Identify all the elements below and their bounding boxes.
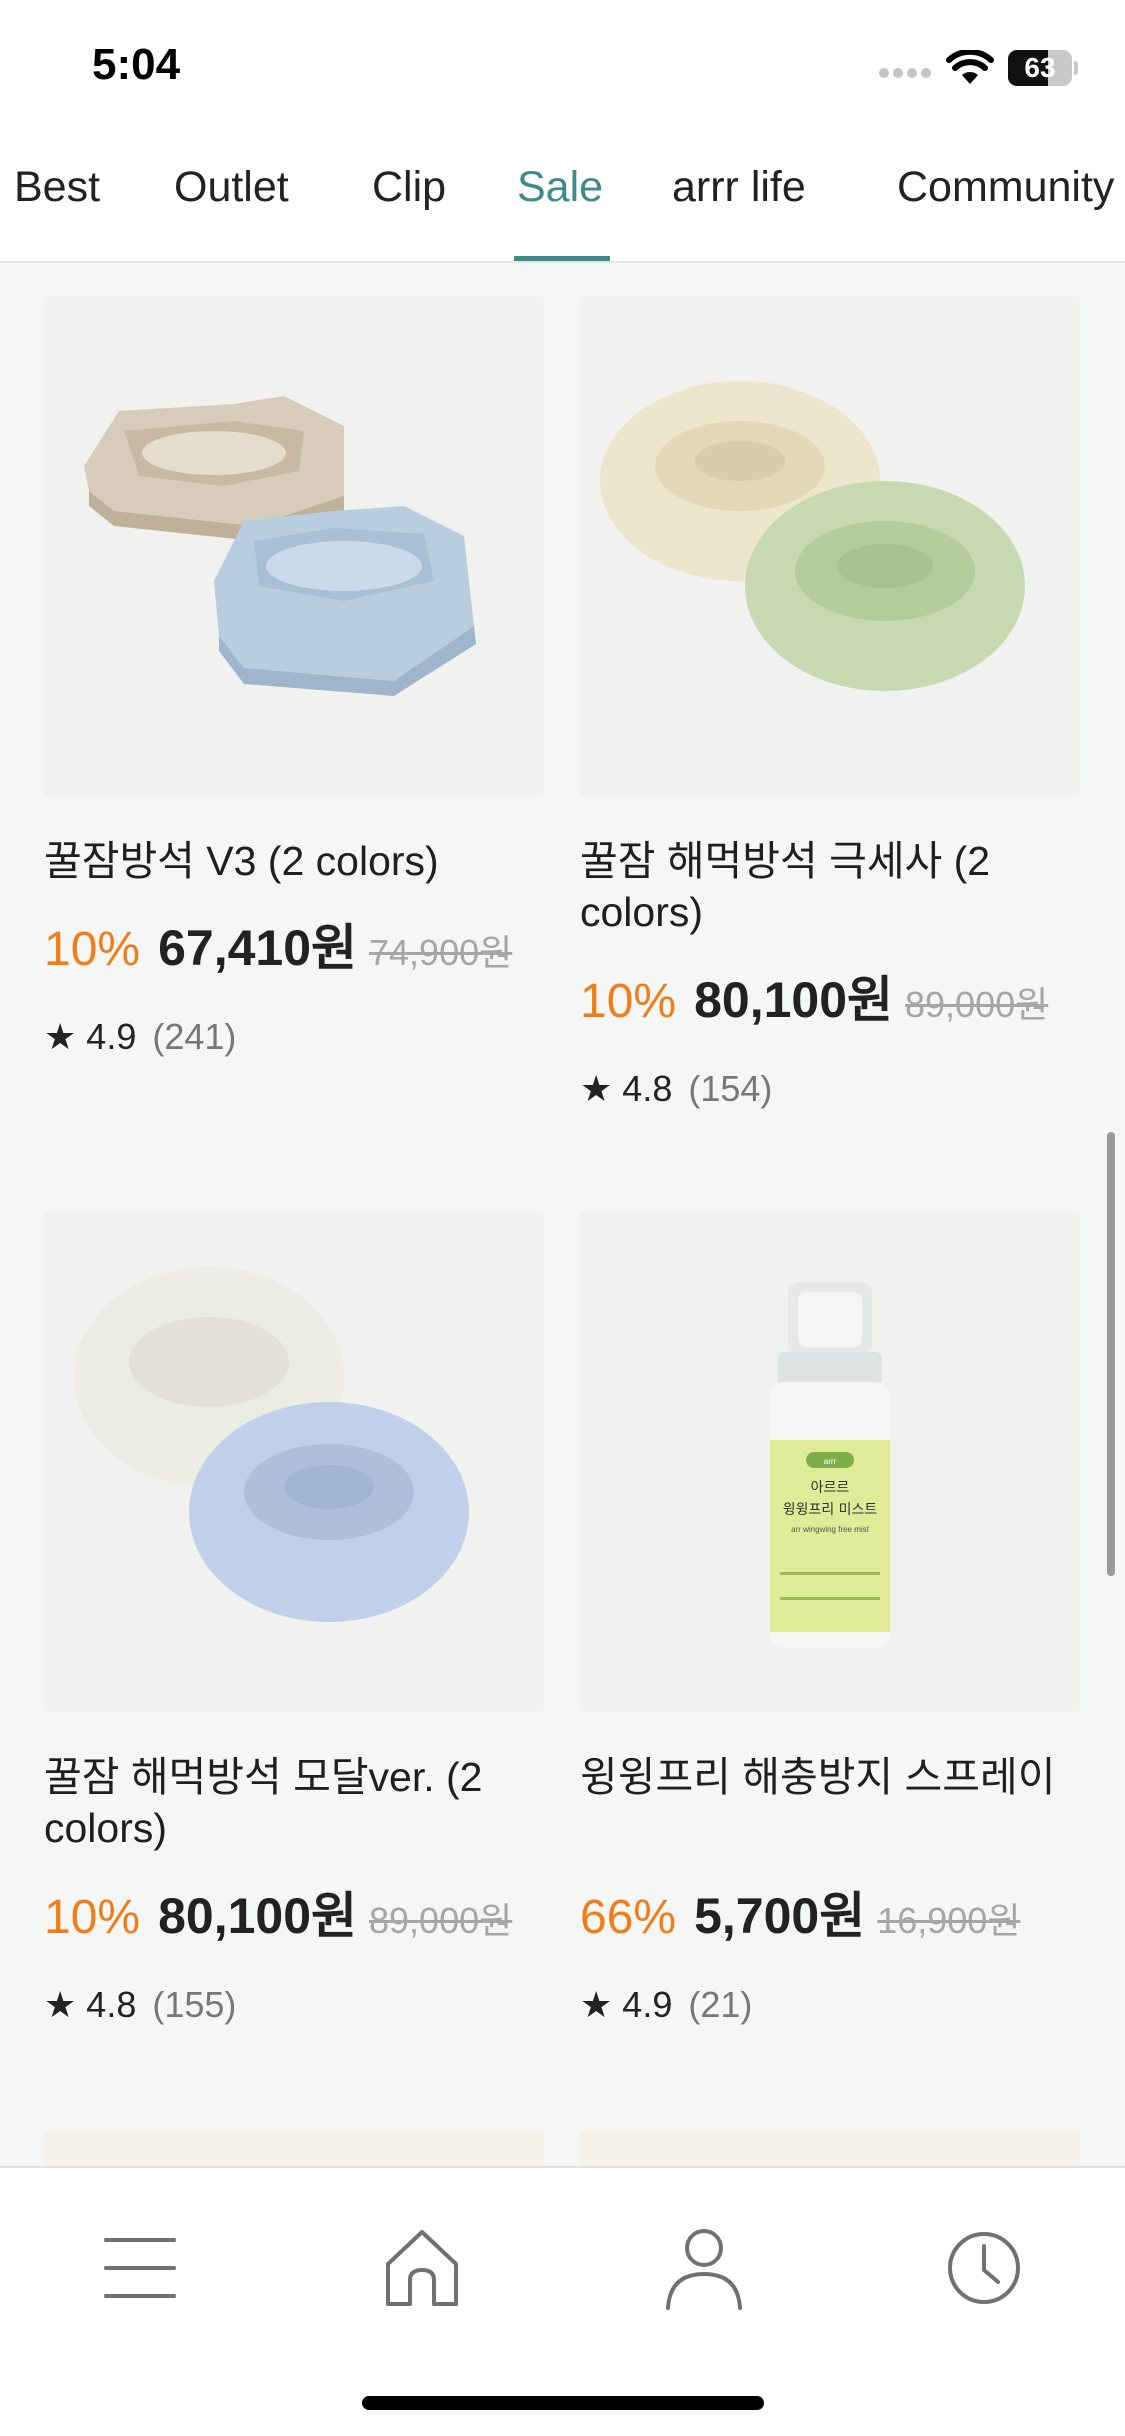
svg-text:arrr: arrr <box>824 1457 837 1466</box>
rating-value: 4.8 <box>86 1984 137 2025</box>
sale-price: 80,100원 <box>694 972 894 1028</box>
product-name[interactable]: 꿀잠방석 V3 (2 colors) <box>44 836 544 887</box>
my-page-button[interactable] <box>654 2218 754 2318</box>
product-card[interactable]: 꿀잠 해먹방석 모달ver. (2 colors) 10% 80,100원 89,0… <box>44 1212 544 2032</box>
svg-text:아르르: 아르르 <box>811 1480 850 1496</box>
category-tab-bar: Best Outlet Clip Sale arrr life Communit… <box>0 125 1125 263</box>
product-card-partial[interactable] <box>580 2130 1080 2170</box>
sale-price: 67,410원 <box>158 920 358 976</box>
status-bar: 5:04 63 <box>0 0 1125 125</box>
star-icon: ★ <box>44 1016 77 1057</box>
review-count: (154) <box>688 1068 773 1109</box>
home-icon <box>386 2230 458 2306</box>
original-price: 74,900원 <box>369 932 513 973</box>
rating-value: 4.9 <box>86 1016 137 1057</box>
rating-value: 4.8 <box>622 1068 673 1109</box>
product-image[interactable] <box>44 1212 544 1712</box>
menu-icon <box>104 2238 176 2298</box>
price-row: 66% 5,700원 16,900원 <box>580 1886 1125 1959</box>
discount-rate: 10% <box>44 923 141 976</box>
rating-row: ★ 4.8 (154) <box>580 1068 772 1110</box>
discount-rate: 10% <box>44 1891 141 1944</box>
discount-rate: 66% <box>580 1891 677 1944</box>
product-card[interactable]: 꿀잠방석 V3 (2 colors) 10% 67,410원 74,900원 ★ 4… <box>44 296 544 1096</box>
svg-text:윙윙프리 미스트: 윙윙프리 미스트 <box>783 1502 878 1518</box>
product-card-partial[interactable] <box>44 2130 544 2170</box>
user-icon <box>666 2229 742 2310</box>
product-card[interactable]: 꿀잠 해먹방석 극세사 (2 colors) 10% 80,100원 89,000원… <box>580 296 1080 1116</box>
original-price: 89,000원 <box>905 984 1049 1025</box>
price-row: 10% 67,410원 74,900원 <box>44 918 604 991</box>
discount-rate: 10% <box>580 975 677 1028</box>
product-image[interactable] <box>44 296 544 796</box>
tab-sale[interactable]: Sale <box>517 163 603 212</box>
scroll-indicator[interactable] <box>1107 1132 1115 1576</box>
active-tab-indicator <box>514 256 610 261</box>
product-image[interactable] <box>580 296 1080 796</box>
tab-arrr-life[interactable]: arrr life <box>672 163 806 212</box>
home-button[interactable] <box>372 2218 472 2318</box>
review-count: (21) <box>688 1984 753 2025</box>
tab-community[interactable]: Community <box>897 163 1114 212</box>
clock-icon <box>948 2232 1020 2304</box>
product-name[interactable]: 꿀잠 해먹방석 극세사 (2 colors) <box>580 836 1080 938</box>
rating-row: ★ 4.8 (155) <box>44 1984 236 2026</box>
rating-row: ★ 4.9 (21) <box>580 1984 752 2026</box>
tab-clip[interactable]: Clip <box>372 163 446 212</box>
svg-text:arr wingwing free mist: arr wingwing free mist <box>791 1525 870 1534</box>
status-time: 5:04 <box>92 40 181 89</box>
recent-button[interactable] <box>934 2218 1034 2318</box>
wifi-icon <box>946 50 994 84</box>
cellular-signal-icon <box>879 68 931 78</box>
star-icon: ★ <box>580 1068 613 1109</box>
rating-row: ★ 4.9 (241) <box>44 1016 236 1058</box>
review-count: (241) <box>152 1016 237 1057</box>
original-price: 89,000원 <box>369 1900 513 1941</box>
menu-button[interactable] <box>90 2218 190 2318</box>
battery-level: 63 <box>1024 52 1056 83</box>
review-count: (155) <box>152 1984 237 2025</box>
sale-price: 80,100원 <box>158 1888 358 1944</box>
rating-value: 4.9 <box>622 1984 673 2025</box>
product-card[interactable]: arrr 아르르 윙윙프리 미스트 arr wingwing free mist… <box>580 1212 1080 2032</box>
tab-best[interactable]: Best <box>14 163 100 212</box>
battery-icon: 63 <box>1008 50 1078 86</box>
star-icon: ★ <box>44 1984 77 2025</box>
price-row: 10% 80,100원 89,000원 <box>44 1886 604 1959</box>
product-name[interactable]: 윙윙프리 해충방지 스프레이 <box>580 1752 1080 1803</box>
tab-outlet[interactable]: Outlet <box>174 163 289 212</box>
product-image[interactable]: arrr 아르르 윙윙프리 미스트 arr wingwing free mist <box>580 1212 1080 1712</box>
star-icon: ★ <box>580 1984 613 2025</box>
price-row: 10% 80,100원 89,000원 <box>580 970 1125 1043</box>
product-name[interactable]: 꿀잠 해먹방석 모달ver. (2 colors) <box>44 1752 544 1854</box>
home-indicator <box>362 2396 764 2410</box>
original-price: 16,900원 <box>877 1900 1021 1941</box>
sale-price: 5,700원 <box>694 1888 866 1944</box>
